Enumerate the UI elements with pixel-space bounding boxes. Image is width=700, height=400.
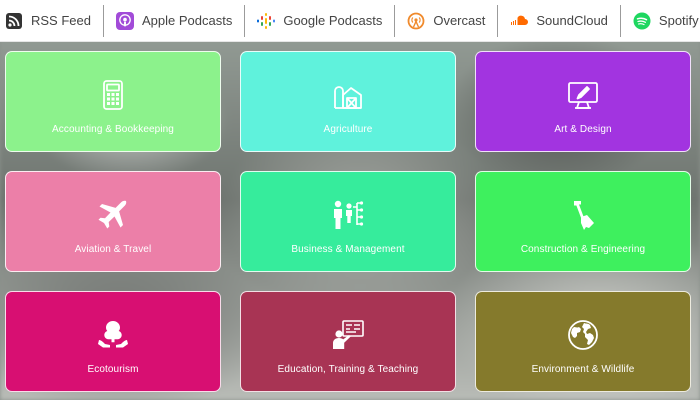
google-podcasts-icon	[257, 12, 276, 30]
tree-hands-icon	[96, 318, 130, 352]
category-label: Agriculture	[323, 124, 373, 135]
category-label: Education, Training & Teaching	[277, 364, 419, 375]
category-label: Business & Management	[291, 244, 405, 255]
soundcloud-label: SoundCloud	[536, 13, 608, 28]
spotify-label: Spotify	[658, 13, 699, 28]
category-label: Aviation & Travel	[74, 244, 152, 255]
google-podcasts-label: Google Podcasts	[283, 13, 383, 28]
google-podcasts-link[interactable]: Google Podcasts	[245, 4, 396, 37]
overcast-label: Overcast	[433, 13, 486, 28]
spotify-icon	[633, 12, 651, 30]
rss-feed-link[interactable]: RSS Feed	[0, 4, 104, 37]
spotify-link[interactable]: Spotify	[621, 5, 700, 37]
category-art-design[interactable]: Art & Design	[475, 51, 691, 152]
category-business-management[interactable]: Business & Management	[240, 171, 456, 272]
category-agriculture[interactable]: Agriculture	[240, 51, 456, 152]
airplane-icon	[96, 198, 130, 232]
soundcloud-link[interactable]: SoundCloud	[498, 4, 621, 37]
podcast-bar: RSS Feed Apple Podcasts Google Podcasts …	[0, 0, 700, 42]
category-environment-wildlife[interactable]: Environment & Wildlife	[475, 291, 691, 392]
category-grid: Accounting & Bookkeeping Agriculture Art…	[5, 51, 691, 392]
apple-podcasts-link[interactable]: Apple Podcasts	[104, 4, 246, 37]
org-chart-icon	[331, 198, 365, 232]
category-label: Construction & Engineering	[520, 244, 646, 255]
category-construction-engineering[interactable]: Construction & Engineering	[475, 171, 691, 272]
category-label: Accounting & Bookkeeping	[52, 124, 174, 135]
category-label: Ecotourism	[87, 364, 139, 375]
teacher-board-icon	[331, 318, 365, 352]
overcast-link[interactable]: Overcast	[395, 4, 499, 37]
category-label: Environment & Wildlife	[531, 364, 635, 375]
rss-feed-label: RSS Feed	[31, 13, 91, 28]
globe-icon	[566, 318, 600, 352]
apple-podcasts-label: Apple Podcasts	[141, 13, 233, 28]
soundcloud-icon	[510, 12, 529, 30]
calculator-icon	[96, 78, 130, 112]
category-label: Art & Design	[554, 124, 612, 135]
category-aviation-travel[interactable]: Aviation & Travel	[5, 171, 221, 272]
overcast-icon	[407, 12, 425, 30]
monitor-icon	[566, 78, 600, 112]
barn-icon	[331, 78, 365, 112]
category-education-training-teaching[interactable]: Education, Training & Teaching	[240, 291, 456, 392]
category-accounting-bookkeeping[interactable]: Accounting & Bookkeeping	[5, 51, 221, 152]
rss-icon	[5, 12, 23, 30]
category-ecotourism[interactable]: Ecotourism	[5, 291, 221, 392]
apple-podcasts-icon	[115, 11, 134, 30]
shovel-icon	[566, 198, 600, 232]
